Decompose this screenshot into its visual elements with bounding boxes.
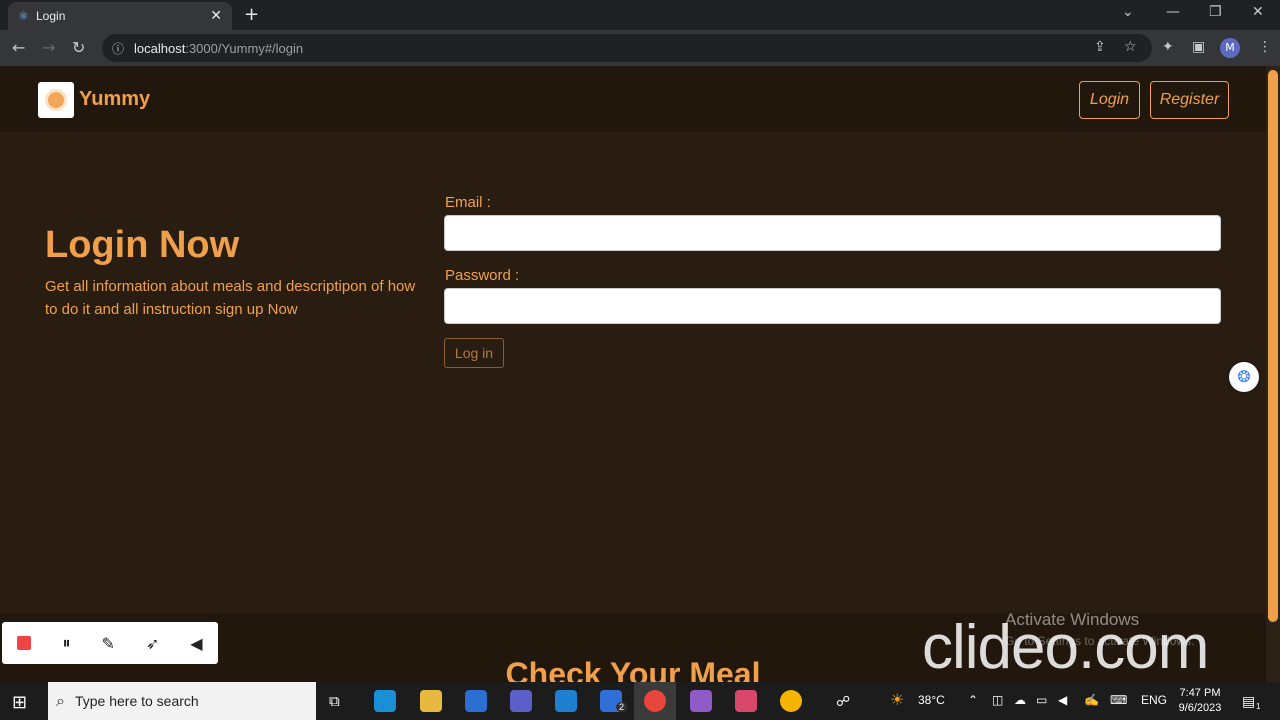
notification-count: 1 <box>1256 702 1261 711</box>
close-window-icon[interactable]: ✕ <box>1252 4 1264 20</box>
browser-tabstrip: ⚛ Login ✕ + ⌄ — ❐ ✕ <box>0 0 1280 30</box>
login-nav-button[interactable]: Login <box>1079 81 1140 119</box>
collapse-icon[interactable]: ◀ <box>190 634 202 653</box>
password-field[interactable] <box>444 288 1221 324</box>
restore-icon[interactable]: ❐ <box>1209 4 1222 20</box>
keyboard-icon[interactable]: ⌨ <box>1110 693 1127 707</box>
react-icon: ⚛ <box>18 9 29 23</box>
task-view-icon[interactable]: ⧉ <box>329 693 340 710</box>
app-icon[interactable] <box>735 690 757 712</box>
reload-icon[interactable]: ↻ <box>72 38 85 57</box>
chrome-icon[interactable] <box>644 690 666 712</box>
watermark-text: clideo.com <box>922 613 1209 682</box>
pencil-icon[interactable]: ✎ <box>101 634 114 653</box>
address-bar[interactable]: ⓘ localhost :3000/Yummy#/login <box>102 34 1152 62</box>
system-clock[interactable]: 7:47 PM 9/6/2023 <box>1172 686 1228 716</box>
meet-icon[interactable]: ◫ <box>992 693 1003 707</box>
clock-time: 7:47 PM <box>1179 687 1221 699</box>
register-nav-button[interactable]: Register <box>1150 81 1229 119</box>
logo[interactable] <box>38 82 74 118</box>
back-icon[interactable]: ← <box>12 38 25 57</box>
logo-icon <box>45 89 67 111</box>
search-placeholder: Type here to search <box>74 693 199 709</box>
volume-icon[interactable]: ◀ <box>1058 693 1067 707</box>
chevron-up-icon[interactable]: ⌃ <box>968 693 978 707</box>
page-title: Login Now <box>45 224 240 266</box>
extensions-icon[interactable]: ✦ <box>1162 39 1174 55</box>
minimize-icon[interactable]: — <box>1166 4 1180 20</box>
file-explorer-icon[interactable] <box>420 690 442 712</box>
pause-icon[interactable]: ⏸ <box>62 633 70 653</box>
tab-search-icon[interactable]: ⌄ <box>1122 4 1134 20</box>
share-icon[interactable]: ⇪ <box>1094 39 1106 55</box>
more-menu-icon[interactable]: ⋮ <box>1258 39 1272 55</box>
email-field[interactable] <box>444 215 1221 251</box>
search-icon: ⌕ <box>56 691 65 710</box>
close-tab-icon[interactable]: ✕ <box>210 8 222 24</box>
store-icon[interactable] <box>465 690 487 712</box>
notification-icon[interactable]: ▤ <box>1242 693 1255 710</box>
vscode-icon[interactable] <box>555 690 577 712</box>
taskbar-search[interactable]: ⌕ Type here to search <box>48 682 316 720</box>
edge-icon[interactable] <box>374 690 396 712</box>
site-info-icon[interactable]: ⓘ <box>112 40 124 57</box>
pen-icon[interactable]: ✍ <box>1084 693 1099 707</box>
clock-date: 9/6/2023 <box>1178 702 1222 714</box>
browser-tab[interactable]: ⚛ Login ✕ <box>8 2 232 30</box>
recording-toolbar: ⏸ ✎ ➶ ◀ <box>2 622 218 664</box>
brand-name[interactable]: Yummy <box>79 88 150 111</box>
weather-temp[interactable]: 38°C <box>918 693 945 707</box>
people-icon[interactable]: ☍ <box>836 693 850 710</box>
browser-toolbar: ← → ↻ ⓘ localhost :3000/Yummy#/login ⇪ ☆… <box>0 30 1280 66</box>
page-description: Get all information about meals and desc… <box>45 278 416 318</box>
tab-title: Login <box>36 9 66 23</box>
side-panel-icon[interactable]: ▣ <box>1192 39 1205 55</box>
weather-icon[interactable]: ☀ <box>890 690 904 710</box>
windows-taskbar: ⊞ ⌕ Type here to search ⧉ 2 ☍ ☀ 38°C ⌃ ◫… <box>0 682 1280 720</box>
email-label: Email : <box>445 194 491 211</box>
assistant-bubble-icon[interactable]: ❂ <box>1229 362 1259 392</box>
profile-avatar[interactable]: M <box>1220 38 1240 58</box>
url-host: localhost <box>134 40 186 56</box>
new-tab-icon[interactable]: + <box>244 4 259 25</box>
chrome-icon[interactable] <box>780 690 802 712</box>
todo-badge: 2 <box>616 702 628 712</box>
cloud-icon[interactable]: ☁ <box>1014 693 1026 707</box>
app-icon[interactable] <box>510 690 532 712</box>
pointer-icon[interactable]: ➶ <box>146 634 159 653</box>
language-indicator[interactable]: ENG <box>1141 693 1167 707</box>
login-submit-button[interactable]: Log in <box>444 338 504 368</box>
url-path: :3000/Yummy#/login <box>185 40 304 56</box>
visual-studio-icon[interactable] <box>690 690 712 712</box>
password-label: Password : <box>445 267 520 284</box>
page-content: Yummy Login Register Login Now Get all i… <box>0 66 1266 682</box>
scrollbar-thumb[interactable] <box>1268 70 1278 622</box>
battery-icon[interactable]: ▭ <box>1036 693 1047 707</box>
site-navbar: Yummy Login Register <box>0 66 1266 132</box>
forward-icon[interactable]: → <box>42 38 55 57</box>
stop-recording-icon[interactable] <box>17 636 32 650</box>
windows-start-icon[interactable]: ⊞ <box>12 692 27 713</box>
bookmark-star-icon[interactable]: ☆ <box>1124 39 1137 55</box>
